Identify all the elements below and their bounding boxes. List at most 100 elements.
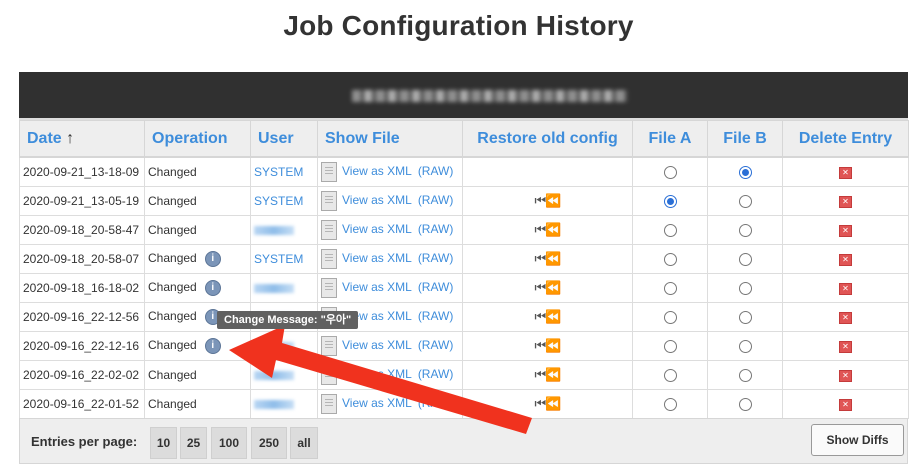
show-file-cell: View as XML (RAW) [317,389,463,419]
restore-icon[interactable]: ⏮⏪ [535,252,562,267]
page-size-all-button[interactable]: all [290,427,318,459]
column-operation[interactable]: Operation [144,120,251,158]
info-icon[interactable]: i [204,251,221,267]
show-file-cell: View as XML (RAW) [317,273,463,303]
user-cell [250,389,318,419]
change-message-tooltip: Change Message: "우아" [217,311,359,329]
job-name-header [19,72,908,120]
raw-link[interactable]: (RAW) [418,367,454,381]
user-link[interactable]: SYSTEM [254,165,303,179]
file-a-radio[interactable] [663,311,677,325]
restore-icon[interactable]: ⏮⏪ [535,339,562,354]
delete-icon[interactable]: ✕ [839,166,852,179]
view-as-xml-link[interactable]: View as XML [342,338,412,352]
show-diffs-button[interactable]: Show Diffs [811,424,904,456]
file-a-radio[interactable] [663,282,677,296]
file-a-radio[interactable] [663,253,677,267]
table-row: 2020-09-18_16-18-02 Changed i View as XML (R… [19,273,909,303]
delete-icon[interactable]: ✕ [839,282,852,295]
show-file-cell: View as XML (RAW) [317,331,463,361]
info-icon[interactable]: i [204,280,221,296]
file-b-radio[interactable] [738,253,752,267]
restore-icon[interactable]: ⏮⏪ [535,194,562,209]
file-b-radio[interactable] [738,398,752,412]
table-row: 2020-09-18_20-58-47 Changed View as XML (RA… [19,215,909,245]
column-file-a[interactable]: File A [632,120,708,158]
restore-icon[interactable]: ⏮⏪ [535,397,562,412]
column-date[interactable]: Date ↑ [19,120,145,158]
file-a-radio[interactable] [663,195,677,209]
file-b-cell [707,331,783,361]
file-b-radio[interactable] [738,282,752,296]
user-link[interactable]: SYSTEM [254,252,303,266]
view-as-xml-link[interactable]: View as XML [342,251,412,265]
raw-link[interactable]: (RAW) [418,222,454,236]
operation-label: Changed [148,280,197,295]
raw-link[interactable]: (RAW) [418,338,454,352]
file-b-radio[interactable] [738,224,752,238]
file-b-radio[interactable] [738,340,752,354]
redacted-user[interactable] [254,342,294,352]
delete-icon[interactable]: ✕ [839,311,852,324]
user-cell: SYSTEM [250,156,318,187]
file-b-radio[interactable] [738,369,752,383]
file-b-radio[interactable] [738,311,752,325]
redacted-user[interactable] [254,371,294,381]
column-delete[interactable]: Delete Entry [782,120,909,158]
file-a-radio[interactable] [663,369,677,383]
page-size-100-button[interactable]: 100 [211,427,247,459]
delete-icon[interactable]: ✕ [839,195,852,208]
column-show-file[interactable]: Show File [317,120,463,158]
page-title: Job Configuration History [283,10,634,41]
file-b-cell [707,186,783,216]
page-size-10-button[interactable]: 10 [150,427,177,459]
entries-per-page-label: Entries per page: [31,434,138,449]
restore-cell: ⏮⏪ [462,273,633,303]
view-as-xml-link[interactable]: View as XML [342,367,412,381]
page-size-25-button[interactable]: 25 [180,427,207,459]
view-as-xml-link[interactable]: View as XML [342,222,412,236]
redacted-user[interactable] [254,226,294,236]
file-a-radio[interactable] [663,398,677,412]
operation-cell: Changed i [144,273,251,303]
view-as-xml-link[interactable]: View as XML [342,193,412,207]
delete-icon[interactable]: ✕ [839,253,852,266]
raw-link[interactable]: (RAW) [418,251,454,265]
raw-link[interactable]: (RAW) [418,164,454,178]
file-a-cell [632,215,708,245]
restore-icon[interactable]: ⏮⏪ [535,281,562,296]
info-icon[interactable]: i [204,338,221,354]
raw-link[interactable]: (RAW) [418,309,454,323]
view-as-xml-link[interactable]: View as XML [342,164,412,178]
column-file-b[interactable]: File B [707,120,783,158]
delete-icon[interactable]: ✕ [839,340,852,353]
raw-link[interactable]: (RAW) [418,193,454,207]
restore-cell: ⏮⏪ [462,186,633,216]
file-a-radio[interactable] [663,340,677,354]
operation-cell: Changed i [144,244,251,274]
operation-cell: Changed [144,215,251,245]
page-size-250-button[interactable]: 250 [251,427,287,459]
user-link[interactable]: SYSTEM [254,194,303,208]
file-b-radio[interactable] [738,166,752,180]
redacted-user[interactable] [254,400,294,410]
file-a-radio[interactable] [663,224,677,238]
column-restore[interactable]: Restore old config [462,120,633,158]
column-user[interactable]: User [250,120,318,158]
restore-icon[interactable]: ⏮⏪ [535,368,562,383]
redacted-user[interactable] [254,284,294,294]
file-a-radio[interactable] [663,166,677,180]
restore-icon[interactable]: ⏮⏪ [535,310,562,325]
raw-link[interactable]: (RAW) [418,280,454,294]
delete-icon[interactable]: ✕ [839,398,852,411]
table-row: 2020-09-21_13-05-19 Changed SYSTEM View as … [19,186,909,216]
delete-cell: ✕ [782,273,909,303]
operation-cell: Changed [144,389,251,419]
view-as-xml-link[interactable]: View as XML [342,280,412,294]
delete-icon[interactable]: ✕ [839,369,852,382]
view-as-xml-link[interactable]: View as XML [342,396,412,410]
delete-icon[interactable]: ✕ [839,224,852,237]
file-b-radio[interactable] [738,195,752,209]
raw-link[interactable]: (RAW) [418,396,454,410]
restore-icon[interactable]: ⏮⏪ [535,223,562,238]
